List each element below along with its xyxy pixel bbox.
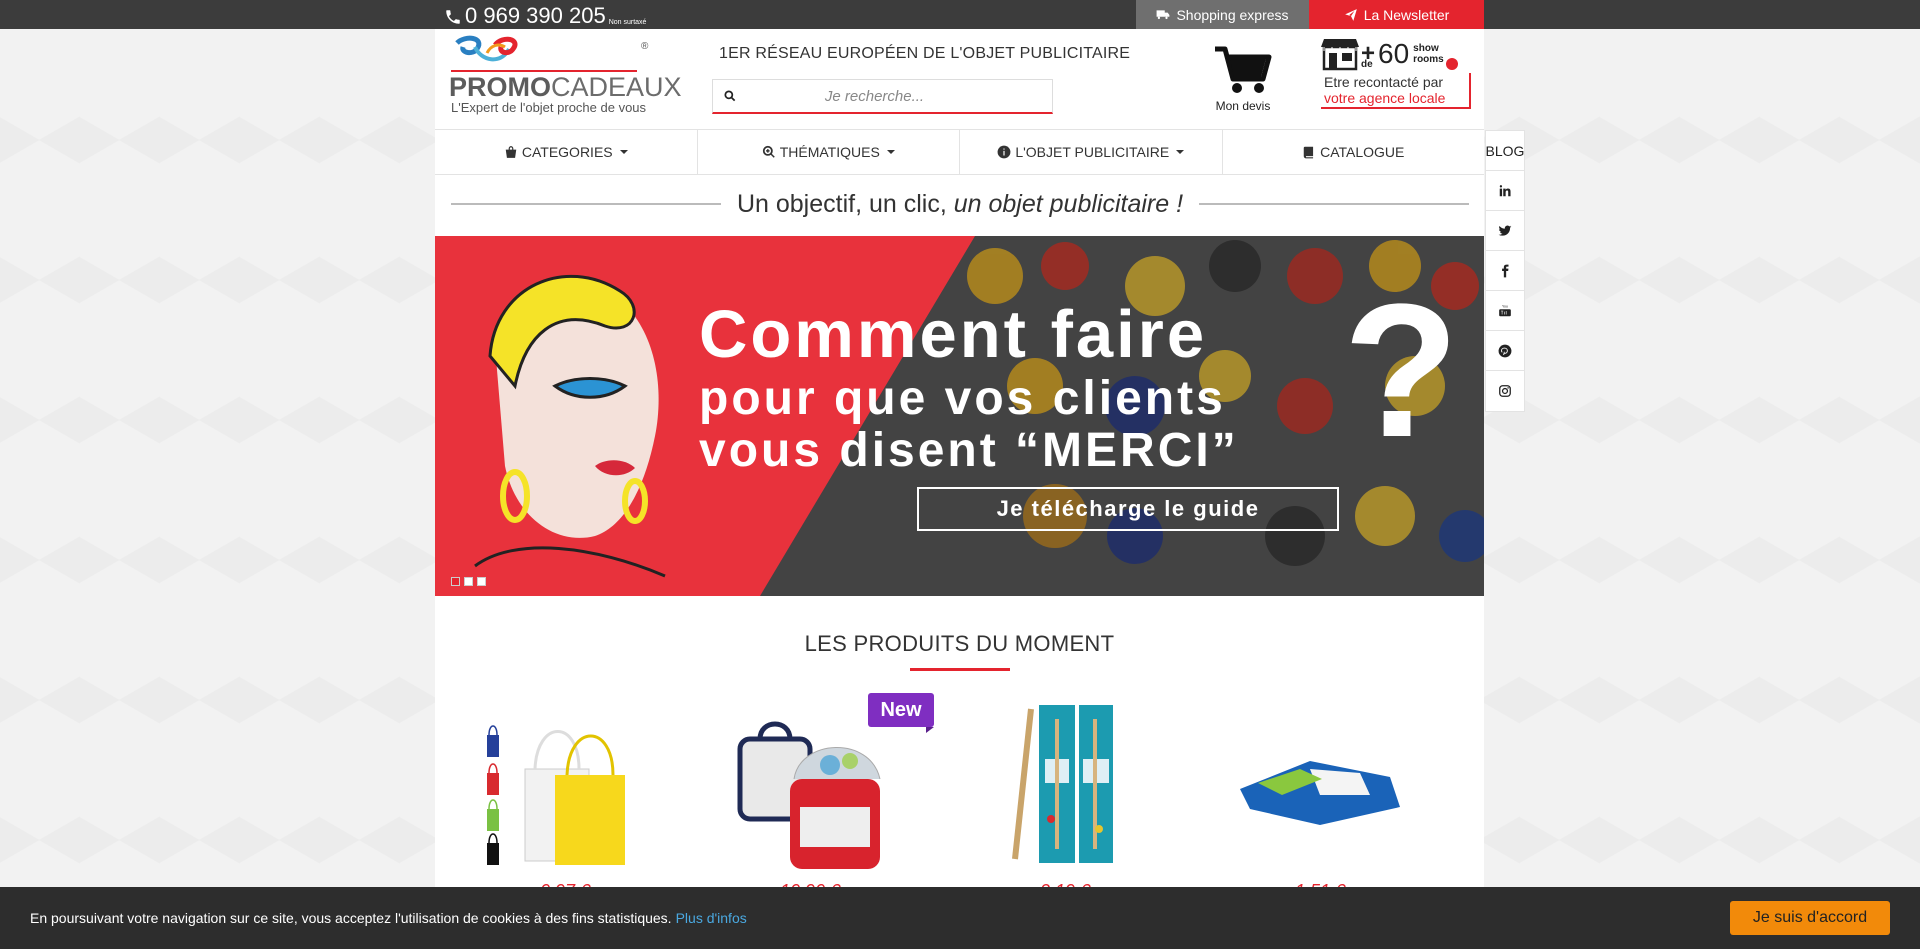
logo-tagline: L'Expert de l'objet proche de vous <box>451 100 647 115</box>
pinterest-link[interactable] <box>1486 331 1524 371</box>
products-section-title: LES PRODUITS DU MOMENT <box>804 631 1115 656</box>
showroom-line-2: votre agence locale <box>1324 90 1446 106</box>
microfiber-towel-image <box>1240 761 1400 825</box>
phone-number-text: 0 969 390 205 <box>465 3 606 28</box>
download-guide-button[interactable]: Je télécharge le guide <box>917 487 1339 531</box>
pinterest-icon <box>1498 344 1512 357</box>
search-icon[interactable] <box>723 89 737 103</box>
hero-banner[interactable]: Comment faire pour que vos clients vous … <box>435 236 1484 596</box>
nav-item-objet-publicitaire[interactable]: L'OBJET PUBLICITAIRE <box>960 130 1223 174</box>
seed-pencil-image <box>1012 705 1113 863</box>
banner-question-mark: ? <box>1343 265 1460 477</box>
product-card[interactable]: 1,51 € <box>1230 699 1410 901</box>
banner-line-3: vous disent “MERCI” <box>699 424 1239 477</box>
product-card[interactable]: New 10,90 € <box>720 693 934 901</box>
instagram-icon <box>1499 385 1511 397</box>
new-badge: New <box>868 693 934 733</box>
twitter-link[interactable] <box>1486 211 1524 251</box>
showroom-line-1: Etre recontacté par <box>1324 74 1444 90</box>
cart-label: Mon devis <box>1215 99 1271 113</box>
product-list: 0,97 € New 10,90 € <box>475 693 1445 901</box>
showroom-de: de <box>1361 59 1373 70</box>
slogan-part-1: Un objectif, un clic, <box>736 189 947 218</box>
linkedin-icon <box>1499 184 1511 196</box>
slogan: Un objectif, un clic, un objet publicita… <box>451 189 1469 219</box>
nav-item-catalogue[interactable]: CATALOGUE <box>1223 130 1485 174</box>
nav-item-label: CATEGORIES <box>521 144 613 160</box>
nav-item-label: THÉMATIQUES <box>779 144 880 160</box>
top-bar: 0 969 390 205 Non surtaxé Shopping expre… <box>0 0 1920 29</box>
product-card[interactable]: 2,19 € <box>975 699 1155 901</box>
showroom-count: 60 <box>1378 38 1410 69</box>
carousel-dot[interactable] <box>451 577 460 586</box>
carousel-dot[interactable] <box>477 577 486 586</box>
main-nav: CATEGORIES THÉMATIQUES L'OBJET PUBLICITA… <box>435 129 1484 175</box>
caret-down-icon <box>886 150 895 154</box>
book-icon <box>1303 146 1314 159</box>
phone-note: Non surtaxé <box>608 19 647 26</box>
search-input[interactable] <box>737 87 1052 105</box>
phone-number[interactable]: 0 969 390 205 Non surtaxé <box>444 3 646 29</box>
logo-brand: PROMOCADEAUX <box>449 72 682 103</box>
phone-icon <box>446 10 460 24</box>
shopping-cart-icon <box>1215 46 1272 93</box>
slogan-text: Un objectif, un clic, un objet publicita… <box>721 190 1199 219</box>
caret-down-icon <box>619 150 628 154</box>
shopping-express-label: Shopping express <box>1176 6 1289 23</box>
caret-down-icon <box>1176 150 1185 154</box>
logo-swoosh-icon <box>455 35 518 62</box>
play-circle-icon <box>1445 58 1458 70</box>
cookie-more-info-link[interactable]: Plus d'infos <box>676 910 747 926</box>
showroom-plus: + de <box>1361 40 1376 70</box>
truck-icon <box>1157 9 1170 19</box>
svg-text:You: You <box>1502 304 1508 308</box>
info-circle-icon <box>997 145 1011 159</box>
nav-item-label: CATALOGUE <box>1320 144 1405 160</box>
instagram-link[interactable] <box>1486 371 1524 411</box>
logo-word-cadeaux: CADEAUX <box>551 72 682 102</box>
logo-registered-mark: ® <box>641 41 649 52</box>
cookie-text: En poursuivant votre navigation sur ce s… <box>30 910 672 926</box>
banner-line-1: Comment faire <box>699 297 1208 372</box>
cookie-banner: En poursuivant votre navigation sur ce s… <box>0 887 1920 949</box>
section-underline <box>910 668 1010 671</box>
nav-item-thematiques[interactable]: THÉMATIQUES <box>698 130 960 174</box>
youtube-link[interactable]: You <box>1486 291 1524 331</box>
store-front-icon <box>1321 39 1359 71</box>
nav-item-categories[interactable]: CATEGORIES <box>435 130 698 174</box>
page-container: PROMOCADEAUX L'Expert de l'objet proche … <box>435 29 1484 949</box>
banner-line-2: pour que vos clients <box>699 372 1226 425</box>
tote-bag-image <box>487 725 625 865</box>
social-sidebar: BLOG You <box>1485 130 1525 412</box>
quote-cart[interactable]: Mon devis <box>1193 45 1293 113</box>
logo-word-promo: PROMO <box>449 72 552 102</box>
newsletter-button[interactable]: La Newsletter <box>1309 0 1484 29</box>
product-card[interactable]: 0,97 € <box>475 699 655 901</box>
youtube-icon: You <box>1499 304 1511 316</box>
search-plus-icon <box>762 145 775 158</box>
carousel-dot[interactable] <box>464 577 473 586</box>
slogan-rule-right <box>1199 203 1469 205</box>
slogan-part-2: un objet publicitaire ! <box>953 189 1184 218</box>
showroom-callback[interactable]: Etre recontacté par votre agence locale <box>1321 73 1471 109</box>
showroom-rooms-label: show rooms <box>1413 43 1444 65</box>
slogan-rule-left <box>451 203 721 205</box>
carousel-indicators <box>451 577 486 586</box>
paper-plane-icon <box>1344 8 1357 21</box>
showroom-contact[interactable]: + de 60 show rooms Etre recontacté par vot… <box>1321 37 1471 117</box>
linkedin-link[interactable] <box>1486 171 1524 211</box>
facebook-icon <box>1502 264 1509 277</box>
twitter-icon <box>1498 225 1512 236</box>
search-bar[interactable] <box>712 79 1053 114</box>
shopping-express-button[interactable]: Shopping express <box>1136 0 1309 29</box>
shopping-bag-icon <box>505 146 517 158</box>
cookie-accept-button[interactable]: Je suis d'accord <box>1730 901 1890 935</box>
newsletter-label: La Newsletter <box>1363 6 1450 23</box>
site-logo[interactable]: PROMOCADEAUX L'Expert de l'objet proche … <box>449 35 682 119</box>
blog-link[interactable]: BLOG <box>1486 131 1524 171</box>
nav-item-label: L'OBJET PUBLICITAIRE <box>1015 144 1170 160</box>
network-headline: 1ER RÉSEAU EUROPÉEN DE L'OBJET PUBLICITA… <box>719 45 1131 62</box>
facebook-link[interactable] <box>1486 251 1524 291</box>
